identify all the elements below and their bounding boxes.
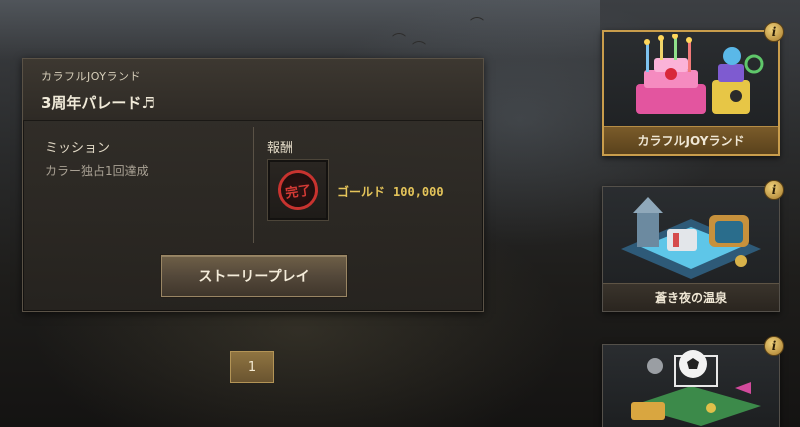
reward-item-name: ゴールド xyxy=(337,185,386,199)
panel-header: カラフルJOYランド 3周年パレード♬ xyxy=(23,59,483,121)
reward-amount: 100,000 xyxy=(393,185,444,199)
event-title: 3周年パレード♬ xyxy=(41,94,155,112)
hot-spring-icon xyxy=(603,187,779,283)
bird-silhouette: ⌒ xyxy=(392,33,406,49)
bird-silhouette: ⌒ xyxy=(470,17,484,33)
event-name: カラフルJOYランド xyxy=(41,70,142,83)
soccer-ball-icon xyxy=(603,345,779,427)
mission-panel: カラフルJOYランド 3周年パレード♬ ミッション カラー独占1回達成 報酬 完… xyxy=(22,58,484,312)
event-card-label: カラフルJOYランド xyxy=(604,126,778,154)
event-card-label: 蒼き夜の温泉 xyxy=(603,283,779,311)
info-icon[interactable]: i xyxy=(764,336,784,356)
reward-section: 報酬 完了 ゴールド 100,000 xyxy=(267,137,444,221)
mission-section: ミッション カラー独占1回達成 xyxy=(45,137,149,179)
reward-item-slot[interactable]: 完了 xyxy=(267,159,329,221)
reward-text: ゴールド 100,000 xyxy=(337,183,444,200)
mission-heading: ミッション xyxy=(45,141,111,156)
completed-stamp-icon: 完了 xyxy=(275,167,321,213)
mission-description: カラー独占1回達成 xyxy=(45,164,149,178)
event-card-soccer[interactable] xyxy=(602,344,780,427)
bird-silhouette: ⌒ xyxy=(412,41,426,57)
event-card-hot-spring[interactable]: 蒼き夜の温泉 xyxy=(602,186,780,312)
story-play-button[interactable]: ストーリープレイ xyxy=(161,255,347,297)
reward-heading: 報酬 xyxy=(267,141,294,156)
section-divider xyxy=(253,127,254,243)
event-card-colorful-joyland[interactable]: カラフルJOYランド xyxy=(602,30,780,156)
info-icon[interactable]: i xyxy=(764,22,784,42)
panel-body: ミッション カラー独占1回達成 報酬 完了 ゴールド 100,000 xyxy=(23,121,483,243)
birthday-cake-icon xyxy=(604,32,778,126)
info-icon[interactable]: i xyxy=(764,180,784,200)
page-button[interactable]: 1 xyxy=(230,351,274,383)
